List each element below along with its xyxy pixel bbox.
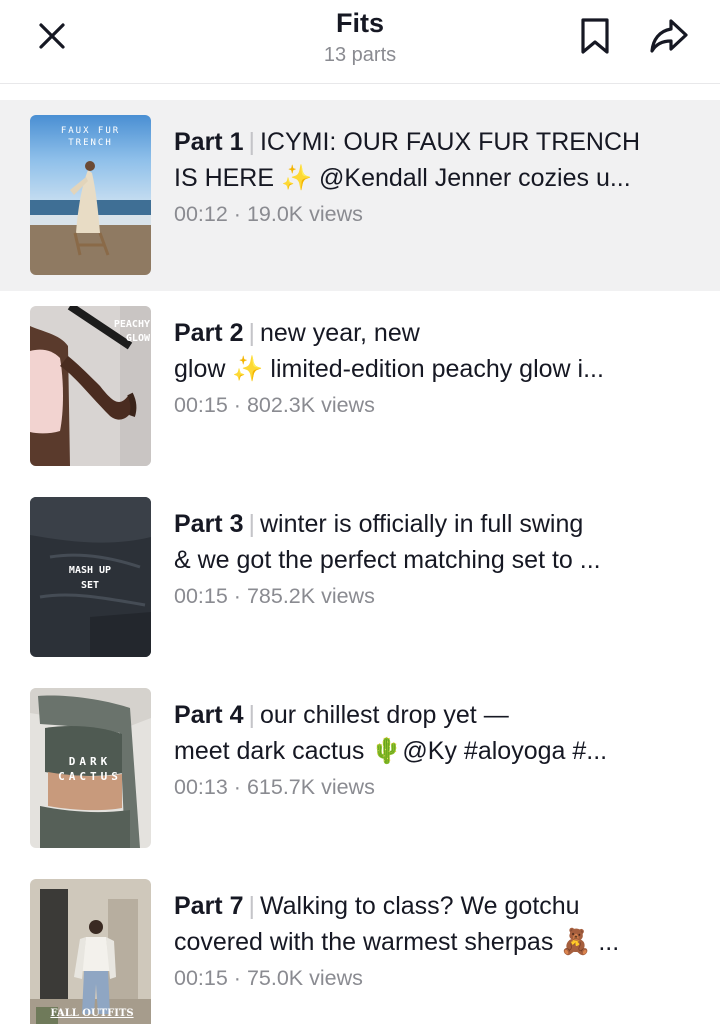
caption-text: Walking to class? We gotchu xyxy=(259,892,580,920)
video-meta: 00:13 · 615.7K views xyxy=(174,772,694,802)
video-thumbnail[interactable]: DARK CACTUS xyxy=(30,688,151,848)
part-info: Part 2 | new year, new glow ✨ limited-edit… xyxy=(174,315,694,420)
thumbnail-caption: MASH UP SET xyxy=(68,565,112,591)
close-button[interactable] xyxy=(30,14,74,58)
title-separator: | xyxy=(248,319,255,347)
video-meta: 00:15 · 785.2K views xyxy=(174,581,694,611)
part-label: Part 4 xyxy=(174,701,244,729)
meta-separator: · xyxy=(233,775,241,799)
playlist-title: Fits xyxy=(335,8,384,38)
view-count: 615.7K views xyxy=(246,775,375,799)
list-item-part-2[interactable]: PEACHY GLOW Part 2 | new year, new glow ✨ … xyxy=(0,291,720,482)
view-count: 75.0K views xyxy=(246,966,363,990)
part-info: Part 3 | winter is officially in full swin… xyxy=(174,506,694,611)
share-icon xyxy=(650,19,688,53)
parts-count: 13 parts xyxy=(323,44,397,66)
title-separator: | xyxy=(248,510,255,538)
caption-text: new year, new xyxy=(259,319,420,347)
fall-outfits-image xyxy=(30,879,151,1024)
part-info: Part 7 | Walking to class? We gotchu cover… xyxy=(174,888,694,993)
part-title-line-1: Part 7 | Walking to class? We gotchu xyxy=(174,888,694,924)
list-item-part-4[interactable]: DARK CACTUS Part 4 | our chillest drop yet… xyxy=(0,673,720,864)
thumbnail-caption: FALL OUTFITS xyxy=(50,1008,134,1019)
video-thumbnail[interactable]: PEACHY GLOW xyxy=(30,306,151,466)
parts-list: FAUX FUR TRENCH Part 1 | ICYMI: OUR FAUX F… xyxy=(0,100,720,1024)
list-item-part-3[interactable]: MASH UP SET Part 3 | winter is officially … xyxy=(0,482,720,673)
video-thumbnail[interactable]: FAUX FUR TRENCH xyxy=(30,115,151,275)
title-separator: | xyxy=(248,892,255,920)
caption-text: ICYMI: OUR FAUX FUR TRENCH xyxy=(259,128,641,156)
view-count: 19.0K views xyxy=(246,202,363,226)
share-button[interactable] xyxy=(647,14,691,58)
duration: 00:15 xyxy=(174,584,228,608)
close-icon xyxy=(39,23,65,49)
title-separator: | xyxy=(248,128,255,156)
duration: 00:15 xyxy=(174,966,228,990)
duration: 00:13 xyxy=(174,775,228,799)
duration: 00:12 xyxy=(174,202,228,226)
meta-separator: · xyxy=(233,393,241,417)
part-title-line-1: Part 3 | winter is officially in full swin… xyxy=(174,506,694,542)
meta-separator: · xyxy=(233,966,241,990)
part-label: Part 7 xyxy=(174,892,244,920)
header-title-group: Fits 13 parts xyxy=(210,6,510,68)
video-thumbnail[interactable]: FALL OUTFITS xyxy=(30,879,151,1024)
bookmark-button[interactable] xyxy=(573,14,617,58)
part-title-line-2: & we got the perfect matching set to ... xyxy=(174,546,601,574)
header-bar: Fits 13 parts xyxy=(0,0,720,84)
part-title-line-2: meet dark cactus 🌵@Ky #aloyoga #... xyxy=(174,737,608,765)
caption-text: winter is officially in full swing xyxy=(259,510,584,538)
bookmark-icon xyxy=(581,18,609,54)
title-separator: | xyxy=(248,701,255,729)
video-meta: 00:15 · 802.3K views xyxy=(174,390,694,420)
list-item-part-1[interactable]: FAUX FUR TRENCH Part 1 | ICYMI: OUR FAUX F… xyxy=(0,100,720,291)
video-meta: 00:12 · 19.0K views xyxy=(174,199,694,229)
thumbnail-caption: DARK CACTUS xyxy=(58,755,122,783)
video-thumbnail[interactable]: MASH UP SET xyxy=(30,497,151,657)
part-title-line-2: IS HERE ✨ @Kendall Jenner cozies u... xyxy=(174,164,631,192)
part-title-line-2: covered with the warmest sherpas 🧸 ... xyxy=(174,928,620,956)
video-meta: 00:15 · 75.0K views xyxy=(174,963,694,993)
thumbnail-caption: PEACHY GLOW xyxy=(113,319,150,344)
part-title-line-1: Part 2 | new year, new xyxy=(174,315,694,351)
view-count: 785.2K views xyxy=(246,584,375,608)
part-info: Part 1 | ICYMI: OUR FAUX FUR TRENCH IS HER… xyxy=(174,124,694,229)
view-count: 802.3K views xyxy=(246,393,375,417)
part-label: Part 2 xyxy=(174,319,244,347)
part-info: Part 4 | our chillest drop yet — meet dark… xyxy=(174,697,694,802)
part-label: Part 3 xyxy=(174,510,244,538)
meta-separator: · xyxy=(233,202,241,226)
part-title-line-1: Part 1 | ICYMI: OUR FAUX FUR TRENCH xyxy=(174,124,694,160)
part-title-line-1: Part 4 | our chillest drop yet — xyxy=(174,697,694,733)
thumbnail-caption: FAUX FUR TRENCH xyxy=(60,126,121,148)
list-item-part-7[interactable]: FALL OUTFITS Part 7 | Walking to class? We… xyxy=(0,864,720,1024)
part-label: Part 1 xyxy=(174,128,244,156)
meta-separator: · xyxy=(233,584,241,608)
caption-text: our chillest drop yet — xyxy=(259,701,509,729)
part-title-line-2: glow ✨ limited-edition peachy glow i... xyxy=(174,355,604,383)
duration: 00:15 xyxy=(174,393,228,417)
